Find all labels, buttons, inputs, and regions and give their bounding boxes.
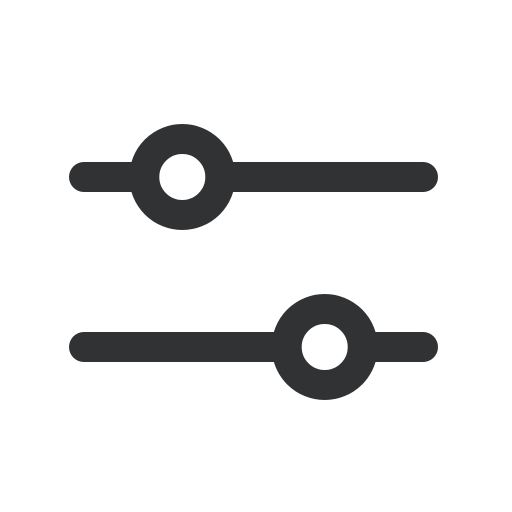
sliders-horizontal-icon	[69, 124, 438, 400]
slider-top-knob[interactable]	[129, 124, 236, 230]
slider-bottom-knob[interactable]	[271, 294, 378, 400]
slider-top[interactable]	[69, 124, 438, 230]
slider-bottom[interactable]	[69, 294, 438, 400]
icon-canvas	[0, 0, 512, 512]
